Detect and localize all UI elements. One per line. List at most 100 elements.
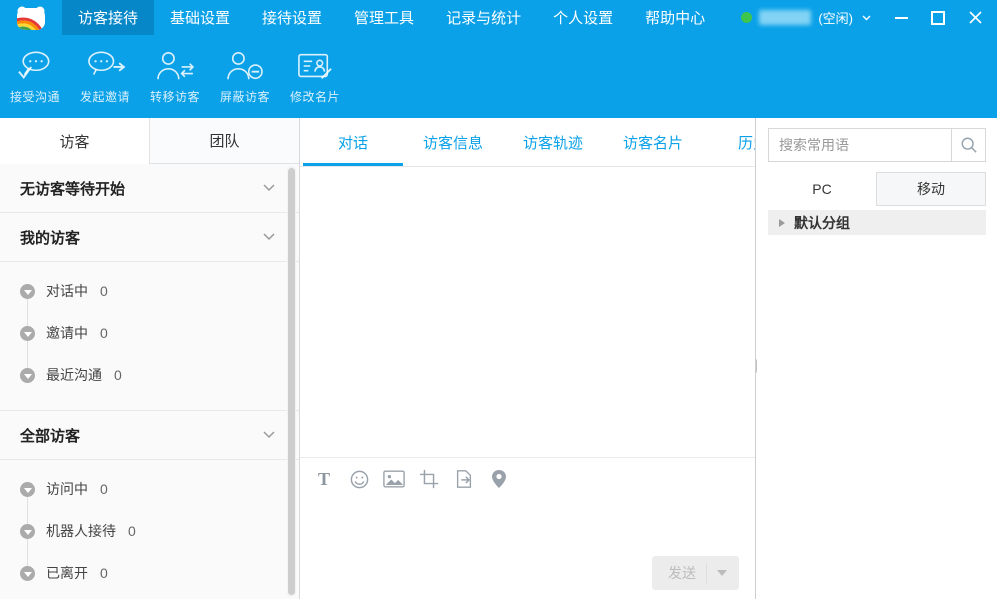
menu-item-visitor-reception[interactable]: 访客接待	[62, 0, 154, 35]
all-visitors-items: 访问中 0 机器人接待 0 已离开 0	[0, 460, 299, 608]
search-icon	[960, 136, 978, 154]
block-visitor-button[interactable]: 屏蔽访客	[210, 49, 280, 105]
section-my-visitors[interactable]: 我的访客	[0, 213, 299, 262]
list-item-left[interactable]: 已离开 0	[0, 552, 299, 594]
titlebar-right: (空闲)	[741, 0, 997, 35]
tab-visitor-info[interactable]: 访客信息	[403, 118, 503, 166]
image-icon[interactable]	[383, 468, 405, 490]
item-label: 机器人接待	[46, 521, 116, 541]
circle-caret-icon	[20, 284, 35, 299]
block-visitor-icon	[224, 49, 266, 83]
tool-label: 发起邀请	[80, 88, 130, 105]
location-icon[interactable]	[488, 468, 510, 490]
maximize-button[interactable]	[930, 10, 946, 26]
user-status-dropdown[interactable]: (空闲)	[741, 8, 871, 27]
chat-tabs: 对话 访客信息 访客轨迹 访客名片 历史	[300, 118, 755, 167]
status-text: (空闲)	[818, 8, 853, 27]
scrollbar-thumb[interactable]	[288, 168, 295, 595]
circle-caret-icon	[20, 326, 35, 341]
section-no-waiting-visitors[interactable]: 无访客等待开始	[0, 164, 299, 213]
app-window: 访客接待 基础设置 接待设置 管理工具 记录与统计 个人设置 帮助中心 (空闲)	[0, 0, 997, 599]
circle-caret-icon	[20, 566, 35, 581]
item-count: 0	[100, 283, 108, 299]
transfer-visitor-icon	[154, 49, 196, 83]
transfer-visitor-button[interactable]: 转移访客	[140, 49, 210, 105]
circle-caret-icon	[20, 368, 35, 383]
item-label: 最近沟通	[46, 365, 102, 385]
section-all-visitors[interactable]: 全部访客	[0, 411, 299, 460]
tab-visitor-track[interactable]: 访客轨迹	[503, 118, 603, 166]
section-title: 我的访客	[20, 227, 80, 248]
send-options-caret-icon[interactable]	[717, 570, 727, 576]
list-item-visiting[interactable]: 访问中 0	[0, 468, 299, 510]
list-item-inviting[interactable]: 邀请中 0	[0, 312, 299, 354]
search-input[interactable]	[769, 129, 951, 161]
item-label: 邀请中	[46, 323, 88, 343]
quick-reply-tabs: PC 移动	[768, 172, 986, 206]
list-item-in-conversation[interactable]: 对话中 0	[0, 270, 299, 312]
tool-label: 转移访客	[150, 88, 200, 105]
menu-item-personal-settings[interactable]: 个人设置	[537, 0, 629, 35]
tab-mobile[interactable]: 移动	[876, 172, 986, 206]
tool-label: 屏蔽访客	[220, 88, 270, 105]
chat-main: 对话 访客信息 访客轨迹 访客名片 历史 T	[300, 118, 755, 599]
tab-conversation[interactable]: 对话	[303, 118, 403, 166]
my-visitors-items: 对话中 0 邀请中 0 最近沟通 0	[0, 262, 299, 411]
list-item-recent-chats[interactable]: 最近沟通 0	[0, 354, 299, 396]
triangle-right-icon	[779, 219, 785, 227]
composer-toolbar: T	[300, 458, 755, 500]
chevron-down-icon	[263, 184, 275, 192]
circle-caret-icon	[20, 482, 35, 497]
online-status-dot-icon	[741, 12, 752, 23]
tab-visitor-card[interactable]: 访客名片	[603, 118, 703, 166]
app-logo-icon	[0, 0, 62, 35]
chevron-down-icon	[263, 233, 275, 241]
send-button-divider	[706, 563, 707, 583]
username-redacted	[759, 10, 811, 25]
header: 访客接待 基础设置 接待设置 管理工具 记录与统计 个人设置 帮助中心 (空闲)	[0, 0, 997, 118]
sidebar-scrollbar	[287, 166, 296, 597]
chevron-down-icon	[862, 15, 871, 21]
send-button-label: 发送	[652, 563, 706, 583]
tab-pc[interactable]: PC	[768, 172, 876, 206]
font-icon[interactable]: T	[313, 468, 335, 490]
send-button[interactable]: 发送	[652, 556, 739, 590]
menu-item-reception-settings[interactable]: 接待设置	[246, 0, 338, 35]
menu-item-management-tools[interactable]: 管理工具	[338, 0, 430, 35]
section-title: 无访客等待开始	[20, 178, 125, 199]
tab-visitors[interactable]: 访客	[0, 118, 149, 164]
visitor-sidebar: 访客 团队 无访客等待开始 我的访客 对话中 0 邀请中 0 最近沟	[0, 118, 300, 599]
action-toolbar: 接受沟通 发起邀请	[0, 35, 997, 118]
chevron-down-icon	[263, 431, 275, 439]
search-button[interactable]	[951, 129, 985, 161]
menu-item-basic-settings[interactable]: 基础设置	[154, 0, 246, 35]
menu-item-records-statistics[interactable]: 记录与统计	[430, 0, 537, 35]
message-input-area[interactable]	[300, 500, 755, 547]
menu-item-help-center[interactable]: 帮助中心	[629, 0, 721, 35]
accept-chat-button[interactable]: 接受沟通	[0, 49, 70, 105]
chat-accept-icon	[14, 49, 56, 83]
item-count: 0	[100, 325, 108, 341]
item-count: 0	[114, 367, 122, 383]
tab-history[interactable]: 历史	[703, 118, 755, 166]
emoji-icon[interactable]	[348, 468, 370, 490]
tab-team[interactable]: 团队	[149, 118, 299, 164]
item-count: 0	[100, 481, 108, 497]
sidebar-tabs: 访客 团队	[0, 118, 299, 164]
circle-caret-icon	[20, 524, 35, 539]
group-label: 默认分组	[794, 213, 850, 233]
quick-replies-panel: PC 移动 默认分组	[757, 118, 997, 599]
quick-reply-search	[768, 128, 986, 162]
edit-card-button[interactable]: 修改名片	[280, 49, 350, 105]
close-button[interactable]	[967, 10, 983, 26]
item-label: 已离开	[46, 563, 88, 583]
screenshot-crop-icon[interactable]	[418, 468, 440, 490]
invite-chat-button[interactable]: 发起邀请	[70, 49, 140, 105]
list-item-robot-reception[interactable]: 机器人接待 0	[0, 510, 299, 552]
section-title: 全部访客	[20, 425, 80, 446]
minimize-button[interactable]	[893, 10, 909, 26]
send-file-icon[interactable]	[453, 468, 475, 490]
edit-card-icon	[294, 49, 336, 83]
group-default[interactable]: 默认分组	[768, 210, 986, 235]
item-count: 0	[128, 523, 136, 539]
